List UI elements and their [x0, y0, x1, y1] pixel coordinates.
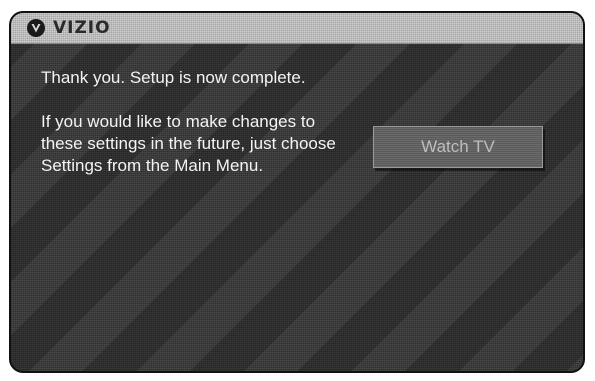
message-text: Thank you. Setup is now complete. If you…: [41, 67, 341, 199]
watch-tv-button[interactable]: Watch TV: [373, 126, 543, 168]
settings-hint-message: If you would like to make changes to the…: [41, 112, 336, 175]
brand-logo-text: VIZIO: [53, 18, 111, 38]
setup-complete-message: Thank you. Setup is now complete.: [41, 68, 306, 87]
vizio-v-logo-icon: [27, 19, 45, 37]
title-bar: VIZIO: [11, 13, 583, 44]
setup-complete-dialog: VIZIO Thank you. Setup is now complete. …: [9, 11, 585, 373]
